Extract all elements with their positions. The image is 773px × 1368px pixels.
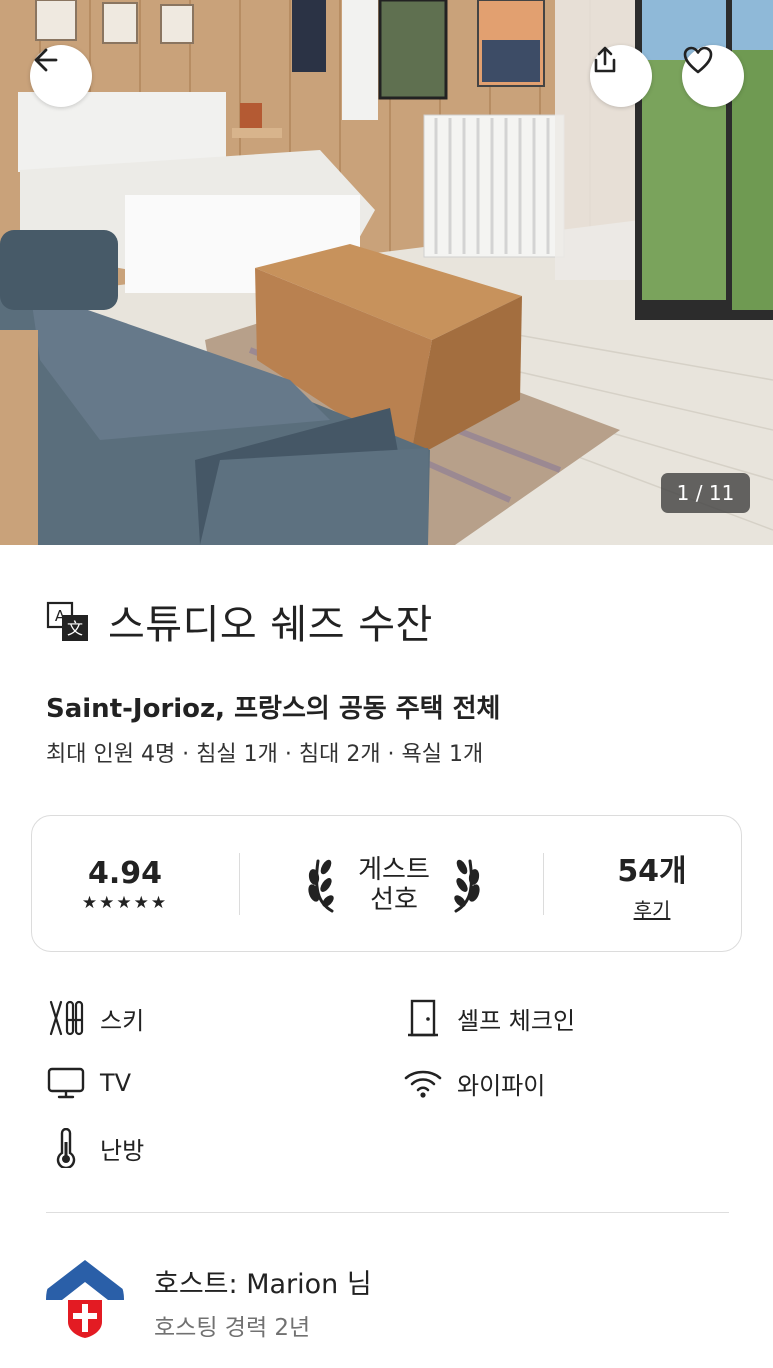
laurel-right-icon xyxy=(454,859,480,912)
reviews-summary[interactable]: 54개 후기 xyxy=(602,816,702,953)
card-divider xyxy=(543,853,544,915)
listing-location: Saint-Jorioz, 프랑스의 공동 주택 전체 xyxy=(46,694,501,724)
amenity-label: TV xyxy=(100,1069,132,1097)
rating-score: 4.94 xyxy=(87,856,163,891)
reviews-link[interactable]: 후기 xyxy=(634,894,671,923)
thermometer-icon xyxy=(46,1128,86,1168)
rating-summary: 4.94 ★★★★★ xyxy=(70,816,180,953)
laurel-left-icon xyxy=(308,859,334,912)
title-row: A 文 스튜디오 쉐즈 수잔 xyxy=(46,592,433,650)
listing-title: 스튜디오 쉐즈 수잔 xyxy=(108,602,433,648)
favorite-button[interactable] xyxy=(682,45,744,107)
back-button[interactable] xyxy=(30,45,92,107)
rating-card[interactable]: 4.94 ★★★★★ 게스트 선호 54개 후기 xyxy=(31,815,742,952)
amenity-self-checkin: 셀프 체크인 xyxy=(403,998,575,1038)
guest-favorite-badge: 게스트 선호 xyxy=(294,816,494,953)
amenity-label: 스키 xyxy=(100,1006,145,1035)
section-divider xyxy=(46,1212,729,1213)
host-experience: 호스팅 경력 2년 xyxy=(154,1315,311,1341)
arrow-left-icon xyxy=(34,48,58,72)
rating-stars: ★★★★★ xyxy=(81,893,169,913)
translate-icon[interactable]: A 文 xyxy=(46,599,90,643)
card-divider xyxy=(239,853,240,915)
host-name: 호스트: Marion 님 xyxy=(154,1269,372,1300)
amenity-label: 셀프 체크인 xyxy=(457,1006,576,1035)
amenity-label: 와이파이 xyxy=(457,1071,546,1100)
share-button[interactable] xyxy=(590,45,652,107)
reviews-count: 54개 xyxy=(617,854,687,889)
amenity-label: 난방 xyxy=(100,1136,145,1165)
guest-favorite-line1: 게스트 xyxy=(358,854,430,885)
heart-icon xyxy=(683,46,713,74)
door-icon xyxy=(403,998,443,1038)
listing-details: 최대 인원 4명 · 침실 1개 · 침대 2개 · 욕실 1개 xyxy=(46,742,484,767)
guest-favorite-label: 게스트 선호 xyxy=(358,855,430,915)
listing-photo[interactable]: 1 / 11 xyxy=(0,0,773,545)
amenity-ski: 스키 xyxy=(46,998,144,1038)
ski-icon xyxy=(46,998,86,1038)
host-avatar[interactable] xyxy=(46,1260,124,1338)
room-photo xyxy=(0,0,773,545)
amenity-wifi: 와이파이 xyxy=(403,1063,545,1103)
amenity-tv: TV xyxy=(46,1063,131,1103)
svg-text:文: 文 xyxy=(67,619,83,638)
wifi-icon xyxy=(403,1063,443,1103)
tv-icon xyxy=(46,1063,86,1103)
guest-favorite-line2: 선호 xyxy=(370,884,418,915)
share-icon xyxy=(594,46,616,73)
photo-counter: 1 / 11 xyxy=(661,473,750,513)
amenity-heating: 난방 xyxy=(46,1128,144,1168)
